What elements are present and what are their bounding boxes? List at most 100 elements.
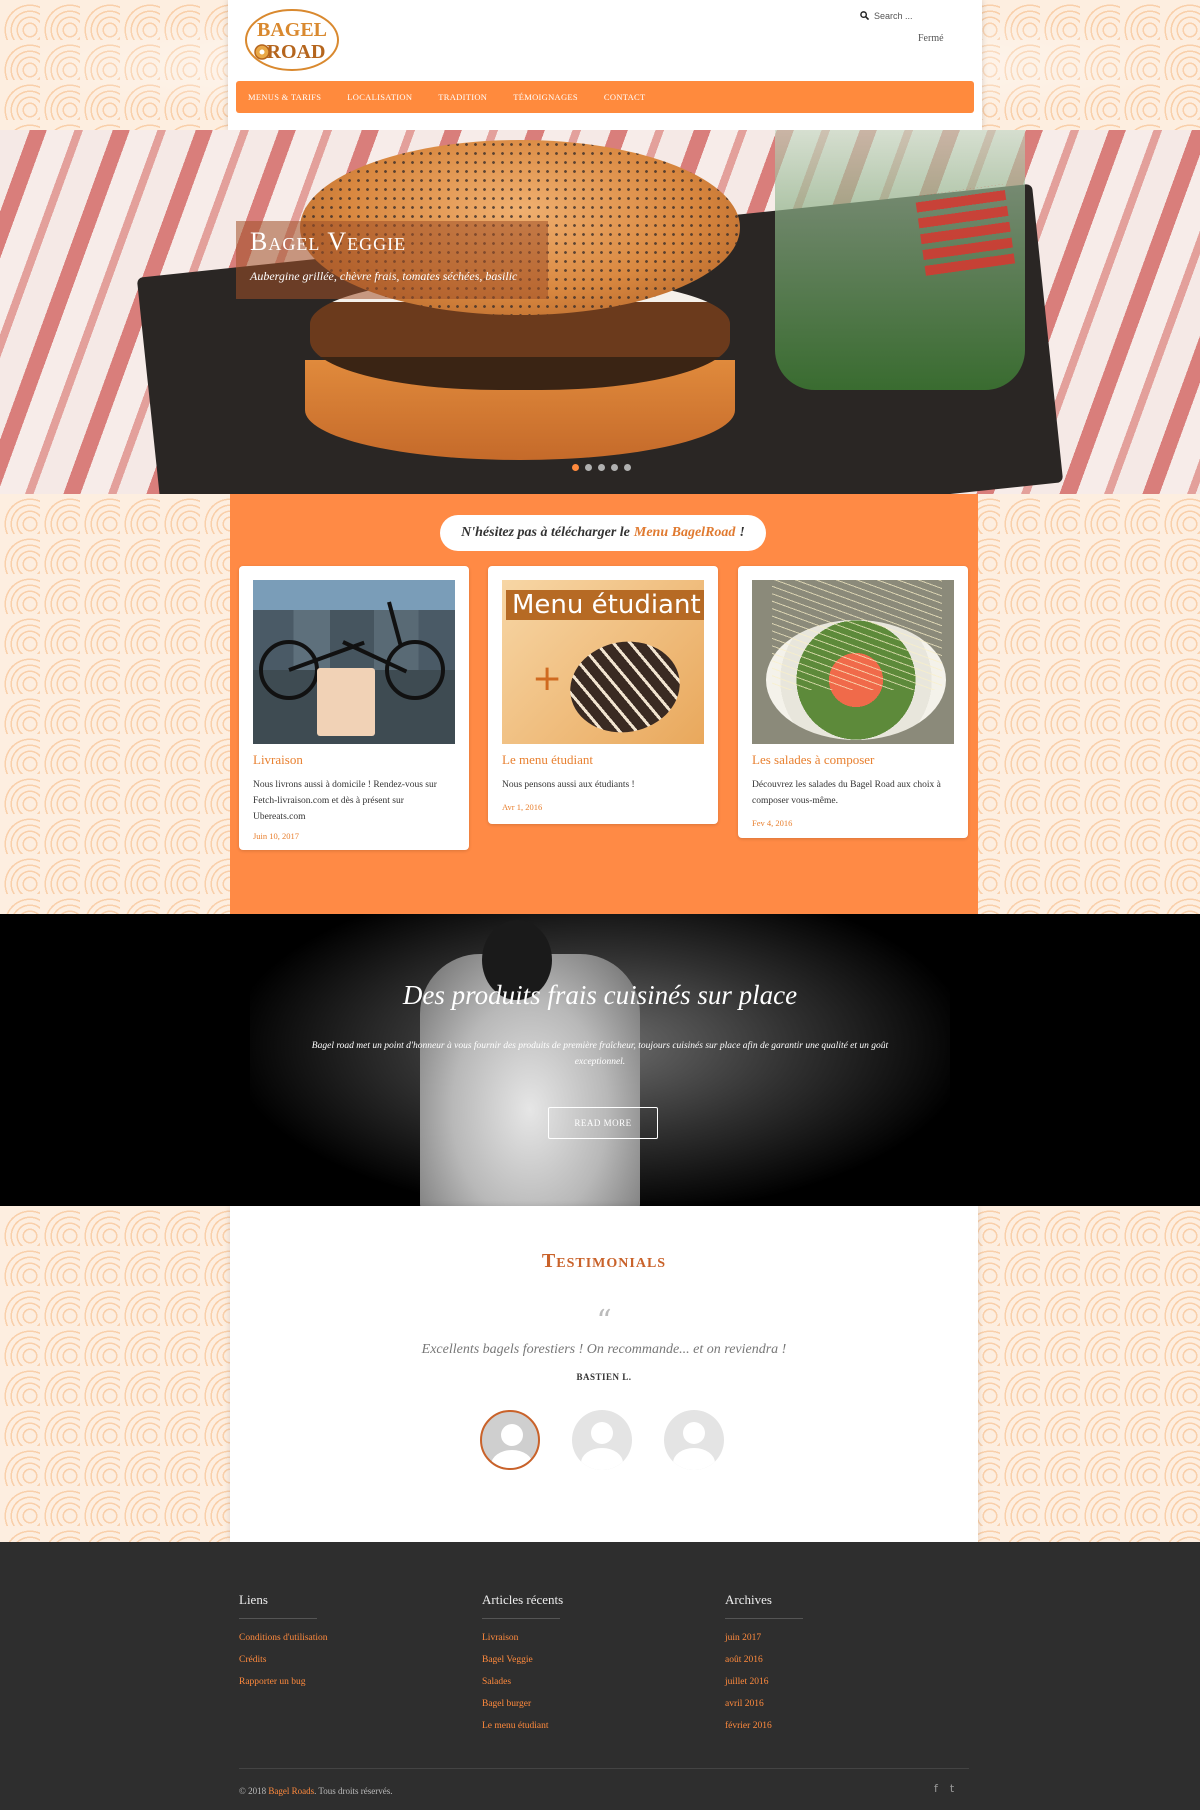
facebook-icon[interactable]: f xyxy=(934,1782,938,1795)
fresh-products-title: Des produits frais cuisinés sur place xyxy=(402,980,798,1010)
hero-title: Bagel Veggie xyxy=(250,227,407,256)
footer-link[interactable]: Conditions d'utilisation xyxy=(239,1633,328,1643)
logo-line2: ROAD xyxy=(267,41,326,63)
avatar-icon-body xyxy=(581,1448,623,1470)
search-input[interactable]: Search ... xyxy=(874,11,913,21)
avatar[interactable] xyxy=(480,1410,540,1470)
copyright-brand-link[interactable]: Bagel Roads xyxy=(268,1786,314,1796)
main-nav: MENUS & TARIFS LOCALISATION TRADITION TÉ… xyxy=(236,81,974,113)
download-menu-banner: N'hésitez pas à télécharger le Menu Bage… xyxy=(440,515,766,551)
footer-heading: Articles récents xyxy=(482,1592,564,1607)
livraison-image[interactable] xyxy=(253,580,455,744)
footer-heading: Archives xyxy=(725,1592,772,1607)
footer-divider xyxy=(725,1618,803,1619)
social-links: f t xyxy=(934,1782,954,1795)
card-date: Fev 4, 2016 xyxy=(752,818,793,828)
footer-link[interactable]: juin 2017 xyxy=(725,1633,803,1643)
search-box[interactable]: Search ... xyxy=(860,8,970,24)
hero-caption: Bagel Veggie Aubergine grillée, chèvre f… xyxy=(236,221,548,299)
site-footer: Liens Conditions d'utilisation Crédits R… xyxy=(0,1542,1200,1810)
fresh-products-section: Des produits frais cuisinés sur place Ba… xyxy=(0,914,1200,1206)
salad-sprouts xyxy=(772,580,942,690)
slider-dots xyxy=(572,464,631,471)
nav-tradition[interactable]: TRADITION xyxy=(438,92,487,102)
slider-dot[interactable] xyxy=(585,464,592,471)
footer-link[interactable]: Salades xyxy=(482,1677,563,1687)
site-header: BAGEL ROAD Search ... Fermé MENUS & TARI… xyxy=(228,0,982,130)
card-date: Juin 10, 2017 xyxy=(253,831,300,841)
post-card-menu-etudiant[interactable]: Menu étudiant 6 + Le menu étudiant Nous … xyxy=(488,566,718,824)
avatar[interactable] xyxy=(572,1410,632,1470)
download-prefix: N'hésitez pas à télécharger le xyxy=(461,525,630,540)
twitter-icon[interactable]: t xyxy=(950,1782,954,1795)
menu-image-text: Menu étudiant 6 xyxy=(506,590,704,620)
slider-dot[interactable] xyxy=(611,464,618,471)
nav-contact[interactable]: CONTACT xyxy=(604,92,646,102)
testimonial-quote: Excellents bagels forestiers ! On recomm… xyxy=(421,1342,787,1357)
glass-label xyxy=(914,184,1016,276)
card-title[interactable]: Livraison xyxy=(253,752,303,768)
card-date: Avr 1, 2016 xyxy=(502,802,543,812)
footer-link[interactable]: août 2016 xyxy=(725,1655,803,1665)
avatar-icon-body xyxy=(491,1450,533,1468)
slider-dot[interactable] xyxy=(598,464,605,471)
footer-bottom-divider xyxy=(239,1768,969,1769)
testimonials-title: Testimonials xyxy=(541,1250,667,1272)
quote-icon: “ xyxy=(596,1304,612,1339)
download-suffix: ! xyxy=(739,525,745,540)
footer-link[interactable]: Bagel Veggie xyxy=(482,1655,563,1665)
testimonial-author: BASTIEN L. xyxy=(576,1372,632,1382)
footer-col-archives: Archives juin 2017 août 2016 juillet 201… xyxy=(725,1592,803,1743)
footer-link[interactable]: Le menu étudiant xyxy=(482,1721,563,1731)
copyright-suffix: . Tous droits réservés. xyxy=(314,1786,393,1796)
menu-etudiant-image[interactable]: Menu étudiant 6 + xyxy=(502,580,704,744)
post-card-salades[interactable]: Les salades à composer Découvrez les sal… xyxy=(738,566,968,838)
bike-wheel xyxy=(385,640,445,700)
footer-link[interactable]: Livraison xyxy=(482,1633,563,1643)
footer-col-liens: Liens Conditions d'utilisation Crédits R… xyxy=(239,1592,328,1699)
download-menu-link[interactable]: Menu BagelRoad xyxy=(634,525,736,541)
fresh-products-text: Bagel road met un point d'honneur à vous… xyxy=(311,1041,889,1067)
nav-temoignages[interactable]: TÉMOIGNAGES xyxy=(513,92,578,102)
hero-subtitle: Aubergine grillée, chèvre frais, tomates… xyxy=(250,269,518,283)
footer-link[interactable]: février 2016 xyxy=(725,1721,803,1731)
footer-divider xyxy=(482,1618,560,1619)
avatar-icon-head xyxy=(683,1422,705,1444)
bagel-road-logo[interactable]: BAGEL ROAD xyxy=(244,8,340,72)
card-excerpt: Nous livrons aussi à domicile ! Rendez-v… xyxy=(253,780,437,822)
card-excerpt: Découvrez les salades du Bagel Road aux … xyxy=(752,780,941,806)
footer-link[interactable]: juillet 2016 xyxy=(725,1677,803,1687)
avatar-icon-head xyxy=(501,1424,523,1446)
featured-section: N'hésitez pas à télécharger le Menu Bage… xyxy=(230,494,978,914)
footer-link[interactable]: Bagel burger xyxy=(482,1699,563,1709)
nav-localisation[interactable]: LOCALISATION xyxy=(347,92,412,102)
post-card-livraison[interactable]: Livraison Nous livrons aussi à domicile … xyxy=(239,566,469,850)
salades-image[interactable] xyxy=(752,580,954,744)
avatar-icon-body xyxy=(673,1448,715,1470)
donut-image xyxy=(563,633,687,741)
delivery-bag xyxy=(317,668,375,736)
read-more-button[interactable]: READ MORE xyxy=(548,1107,658,1139)
card-title[interactable]: Le menu étudiant xyxy=(502,752,593,768)
footer-heading: Liens xyxy=(239,1592,268,1607)
footer-divider xyxy=(239,1618,317,1619)
search-icon xyxy=(860,10,870,22)
opening-status: Fermé xyxy=(918,33,944,44)
footer-col-articles: Articles récents Livraison Bagel Veggie … xyxy=(482,1592,563,1743)
nav-menus-tarifs[interactable]: MENUS & TARIFS xyxy=(248,92,321,102)
copyright: © 2018 Bagel Roads. Tous droits réservés… xyxy=(239,1786,393,1796)
copyright-prefix: © 2018 xyxy=(239,1786,267,1796)
avatar-icon-head xyxy=(591,1422,613,1444)
hero-slider[interactable]: Bagel Veggie Aubergine grillée, chèvre f… xyxy=(0,130,1200,494)
footer-link[interactable]: Rapporter un bug xyxy=(239,1677,328,1687)
testimonials-section: Testimonials “ Excellents bagels foresti… xyxy=(230,1206,978,1542)
avatar[interactable] xyxy=(664,1410,724,1470)
footer-link[interactable]: avril 2016 xyxy=(725,1699,803,1709)
slider-dot[interactable] xyxy=(572,464,579,471)
slider-dot[interactable] xyxy=(624,464,631,471)
plus-icon: + xyxy=(532,658,563,699)
footer-link[interactable]: Crédits xyxy=(239,1655,328,1665)
logo-line1: BAGEL xyxy=(257,19,327,41)
card-title[interactable]: Les salades à composer xyxy=(752,752,874,768)
card-excerpt: Nous pensons aussi aux étudiants ! xyxy=(502,780,635,790)
